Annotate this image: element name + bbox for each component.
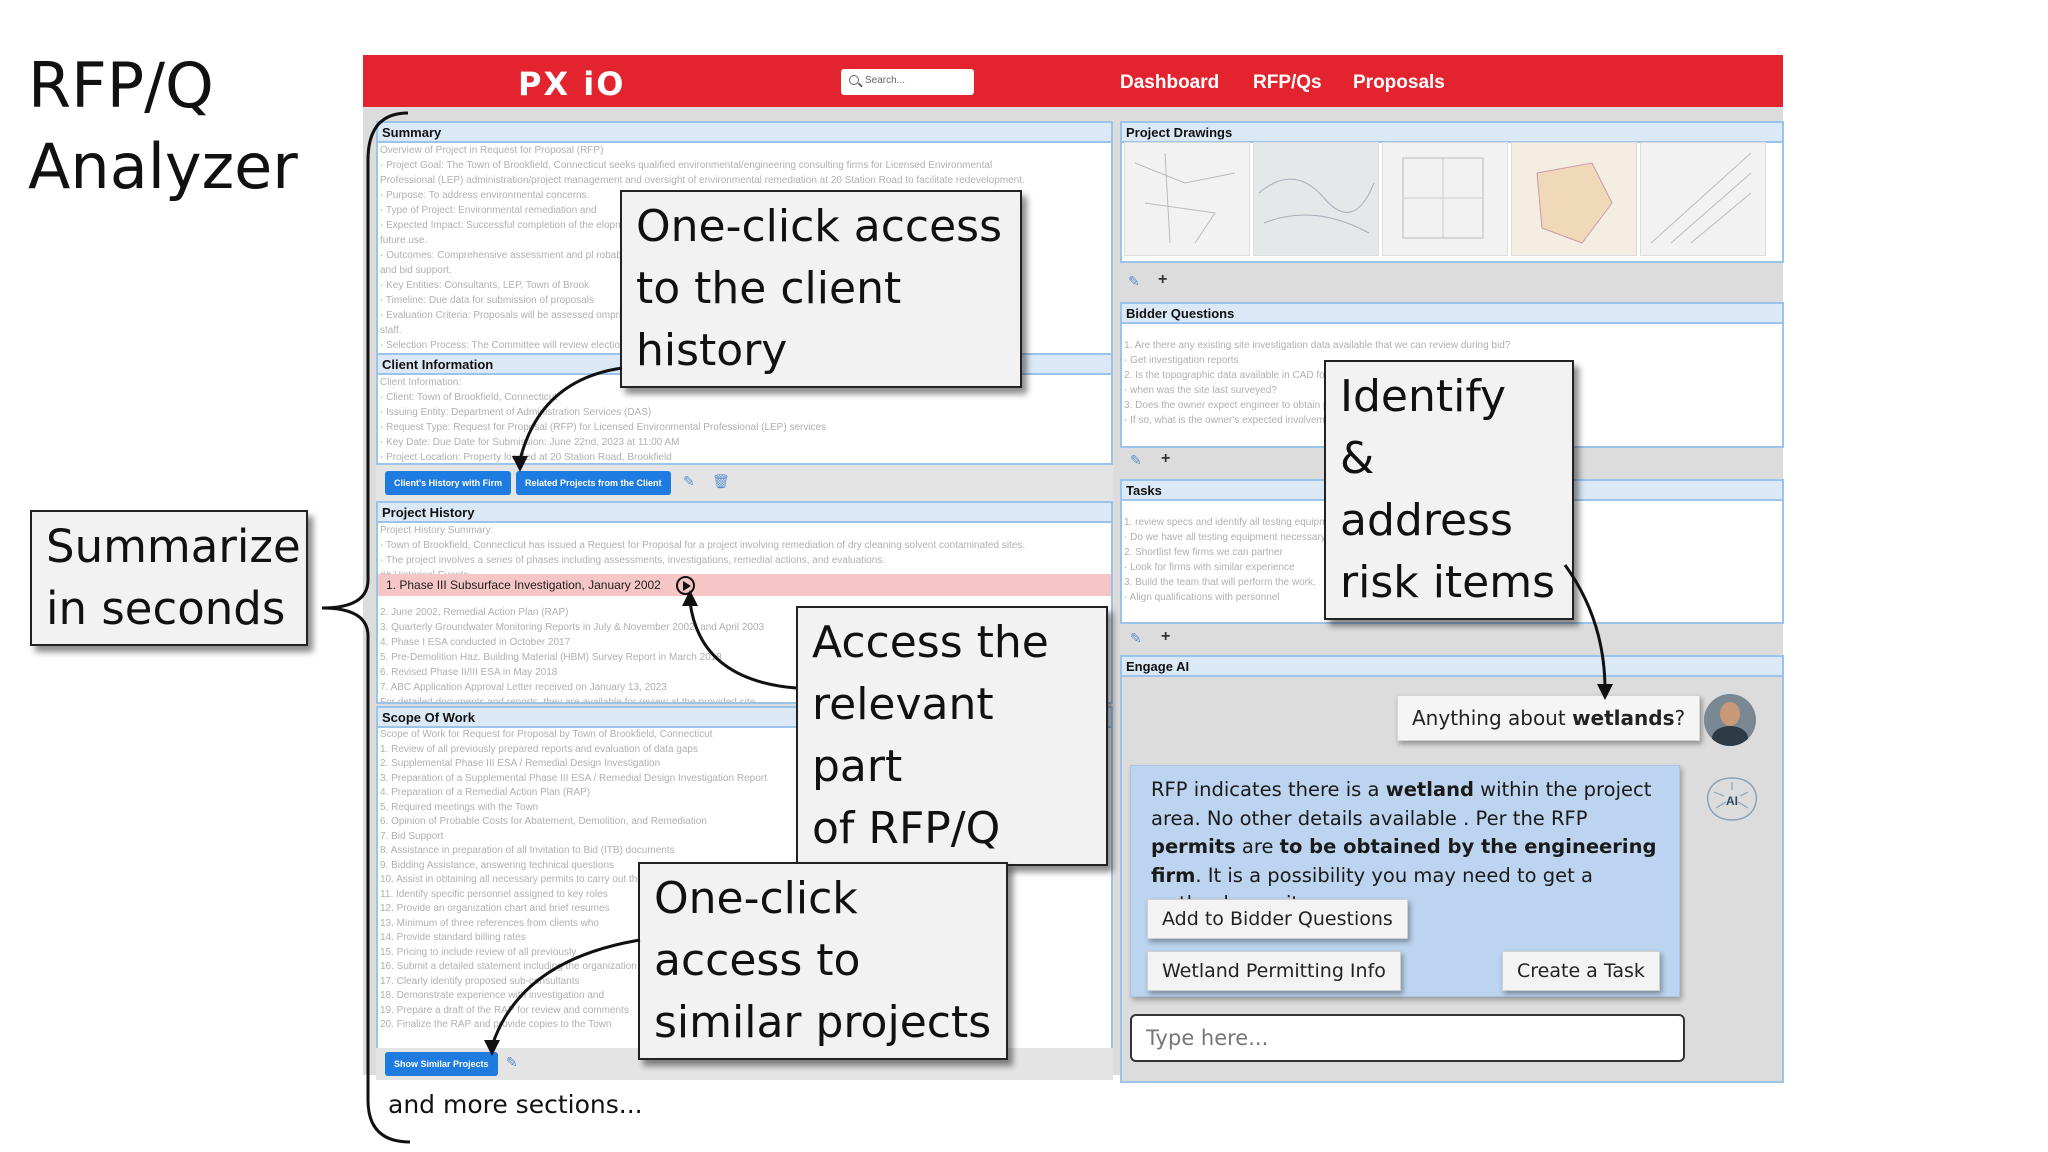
- summary-line: Professional (LEP) administration/projec…: [380, 175, 1025, 186]
- add-to-bidder-questions-button[interactable]: Add to Bidder Questions: [1147, 899, 1408, 939]
- page-title: RFP/Q Analyzer: [28, 49, 298, 203]
- user-message: Anything about wetlands?: [1397, 695, 1701, 741]
- history-line: Project History Summary:: [380, 525, 494, 536]
- drawing-sketch: [1402, 157, 1484, 239]
- history-line: - The project involves a series of phase…: [380, 555, 886, 566]
- more-sections-note: and more sections...: [388, 1090, 643, 1119]
- go-to-source-icon[interactable]: [676, 576, 695, 595]
- callout-access-rfpq: Access the relevant part of RFP/Q: [796, 606, 1108, 866]
- trash-icon[interactable]: 🗑: [712, 473, 730, 490]
- user-avatar: [1704, 694, 1756, 746]
- edit-icon[interactable]: ✎: [1128, 273, 1140, 290]
- project-history-title: Project History: [378, 503, 1111, 523]
- client-info-line: - Request Type: Request for Proposal (RF…: [380, 422, 827, 433]
- callout-similar-projects: One-click access to similar projects: [638, 862, 1008, 1060]
- client-info-line: - Key Date: Due Date for Submission: Jun…: [380, 437, 680, 448]
- summary-title: Summary: [378, 123, 1111, 143]
- related-projects-button[interactable]: Related Projects from the Client: [516, 471, 671, 495]
- ai-response-box: RFP indicates there is a wetland within …: [1130, 765, 1680, 997]
- create-task-button[interactable]: Create a Task: [1502, 951, 1660, 991]
- bidder-questions-title: Bidder Questions: [1122, 304, 1782, 324]
- client-information-content: Client Information: - Client: Town of Bro…: [378, 375, 1111, 463]
- search-icon: [849, 75, 859, 85]
- nav-proposals[interactable]: Proposals: [1353, 72, 1445, 94]
- drawing-thumbnail[interactable]: [1640, 142, 1766, 256]
- drawing-thumbnail[interactable]: [1124, 142, 1250, 256]
- add-icon[interactable]: +: [1161, 450, 1170, 468]
- summary-line: - Project Goal: The Town of Brookfield, …: [380, 160, 993, 171]
- drawing-sketch: [1258, 178, 1375, 234]
- wetland-permitting-info-button[interactable]: Wetland Permitting Info: [1147, 951, 1401, 991]
- px-io-logo[interactable]: PX iO: [518, 65, 625, 103]
- history-line: - Town of Brookfield, Connecticut has is…: [380, 540, 1026, 551]
- ai-logo-label: AI: [1726, 794, 1738, 808]
- ai-response-text: RFP indicates there is a wetland within …: [1151, 776, 1671, 919]
- ai-brain-icon: AI: [1706, 777, 1758, 821]
- edit-icon[interactable]: ✎: [1130, 630, 1142, 647]
- drawing-thumbnail[interactable]: [1253, 142, 1379, 256]
- callout-client-history: One-click access to the client history: [620, 190, 1022, 388]
- show-similar-projects-button[interactable]: Show Similar Projects: [385, 1052, 498, 1076]
- search-input[interactable]: Search...: [841, 69, 974, 95]
- drawing-thumbnail[interactable]: [1382, 142, 1508, 256]
- user-message-keyword: wetlands: [1572, 706, 1675, 730]
- add-icon[interactable]: +: [1161, 628, 1170, 646]
- edit-icon[interactable]: ✎: [506, 1054, 518, 1071]
- add-icon[interactable]: +: [1158, 271, 1167, 289]
- highlighted-history-row[interactable]: 1. Phase III Subsurface Investigation, J…: [378, 574, 1111, 596]
- ai-text-bold: wetland: [1385, 778, 1474, 801]
- user-message-text: Anything about: [1412, 706, 1573, 730]
- ai-text-bold: permits: [1151, 835, 1236, 858]
- chat-input[interactable]: Type here...: [1130, 1014, 1685, 1062]
- nav-dashboard[interactable]: Dashboard: [1120, 72, 1219, 94]
- ai-text-part: RFP indicates there is a: [1151, 778, 1386, 801]
- top-navigation-bar: PX iO Search... Dashboard RFP/Qs Proposa…: [363, 55, 1783, 107]
- drawing-sketch: [1134, 152, 1236, 244]
- client-history-button[interactable]: Client's History with Firm: [385, 471, 512, 495]
- client-info-line: - Client: Town of Brookfield, Connecticu…: [380, 392, 558, 403]
- summary-line: Overview of Project in Request for Propo…: [380, 145, 604, 156]
- user-message-end: ?: [1674, 706, 1686, 730]
- nav-rfpqs[interactable]: RFP/Qs: [1253, 72, 1322, 94]
- edit-icon[interactable]: ✎: [1130, 452, 1142, 469]
- project-drawings-title: Project Drawings: [1122, 123, 1782, 143]
- ai-text-part: are: [1235, 835, 1280, 858]
- callout-risk-items: Identify & address risk items: [1324, 360, 1574, 620]
- client-info-line: - Project Location: Property located at …: [380, 452, 672, 463]
- search-placeholder: Search...: [865, 75, 906, 86]
- bidder-question-line: 1. Are there any existing site investiga…: [1124, 340, 1511, 351]
- client-info-line: - Issuing Entity: Department of Administ…: [380, 407, 652, 418]
- engage-ai-title: Engage AI: [1122, 657, 1782, 677]
- drawing-sketch: [1536, 162, 1613, 244]
- drawing-thumbnail[interactable]: [1511, 142, 1637, 256]
- edit-icon[interactable]: ✎: [683, 473, 695, 490]
- callout-summarize: Summarize in seconds: [30, 510, 308, 646]
- drawing-sketch: [1650, 152, 1752, 244]
